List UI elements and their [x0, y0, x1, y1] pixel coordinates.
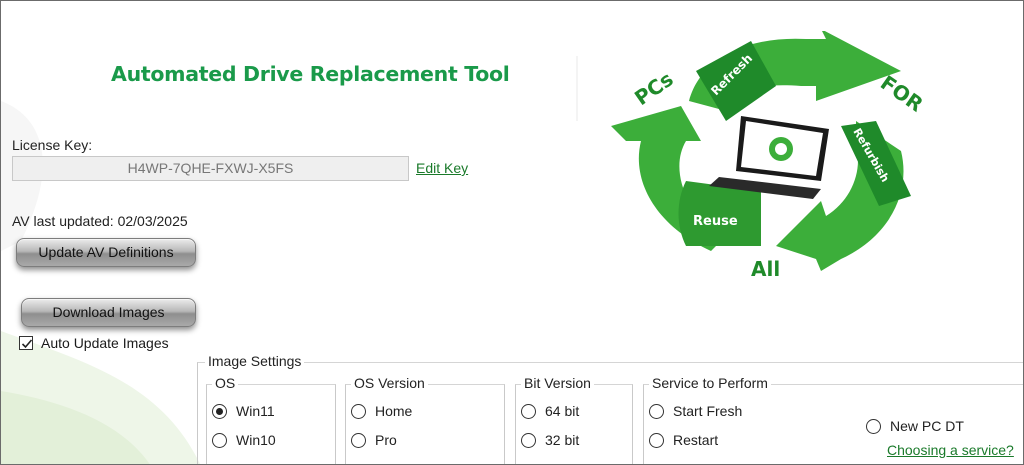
- radio-button[interactable]: [351, 403, 366, 419]
- service-group-title: Service to Perform: [649, 375, 771, 391]
- os-group-title: OS: [212, 375, 239, 391]
- radio-win11[interactable]: Win11: [212, 403, 275, 419]
- radio-label: Win11: [236, 403, 275, 419]
- radio-pro[interactable]: Pro: [351, 432, 397, 448]
- radio-button[interactable]: [212, 403, 227, 419]
- radio-label: Pro: [375, 432, 397, 448]
- radio-button[interactable]: [866, 418, 881, 434]
- av-last-updated-text: AV last updated: 02/03/2025: [12, 213, 188, 229]
- logo-reuse: Reuse: [693, 214, 738, 229]
- radio-label: New PC DT: [890, 418, 964, 434]
- os-group: OS Win11 Win10: [206, 375, 336, 464]
- logo-pcs: PCs: [630, 67, 678, 110]
- radio-label: 32 bit: [545, 432, 580, 448]
- radio-button[interactable]: [521, 432, 536, 448]
- logo-for: FOR: [876, 70, 928, 116]
- checkmark-icon: [21, 339, 33, 349]
- download-images-button[interactable]: Download Images: [21, 298, 196, 327]
- radio-button[interactable]: [351, 432, 366, 448]
- radio-label: 64 bit: [545, 403, 580, 419]
- radio-label: Home: [375, 403, 413, 419]
- image-settings-title: Image Settings: [205, 353, 305, 369]
- recycle-logo: PCs FOR All Refresh Refurbish Reuse: [611, 31, 928, 281]
- radio-button[interactable]: [521, 403, 536, 419]
- radio-start-fresh[interactable]: Start Fresh: [649, 403, 742, 419]
- bit-version-group: Bit Version 64 bit 32 bit: [515, 375, 633, 464]
- auto-update-images-label: Auto Update Images: [41, 335, 169, 351]
- radio-32-bit[interactable]: 32 bit: [521, 432, 579, 448]
- choosing-a-service-link[interactable]: Choosing a service?: [887, 442, 1014, 458]
- checkbox-box[interactable]: [19, 336, 33, 350]
- radio-home[interactable]: Home: [351, 403, 412, 419]
- os-version-group-title: OS Version: [351, 375, 428, 391]
- radio-64-bit[interactable]: 64 bit: [521, 403, 579, 419]
- radio-restart[interactable]: Restart: [649, 432, 718, 448]
- license-key-field: H4WP-7QHE-FXWJ-X5FS: [12, 156, 409, 181]
- app-title: Automated Drive Replacement Tool: [111, 62, 510, 86]
- auto-update-images-checkbox[interactable]: Auto Update Images: [19, 335, 169, 351]
- radio-new-pc-dt[interactable]: New PC DT: [866, 418, 964, 434]
- radio-button[interactable]: [212, 432, 227, 448]
- radio-button[interactable]: [649, 432, 664, 448]
- radio-label: Restart: [673, 432, 719, 448]
- update-av-definitions-button[interactable]: Update AV Definitions: [16, 238, 196, 267]
- license-key-label: License Key:: [12, 137, 93, 153]
- radio-label: Start Fresh: [673, 403, 743, 419]
- bit-version-group-title: Bit Version: [521, 375, 594, 391]
- edit-key-link[interactable]: Edit Key: [416, 160, 468, 176]
- radio-label: Win10: [236, 432, 276, 448]
- radio-win10[interactable]: Win10: [212, 432, 276, 448]
- app-window: Automated Drive Replacement Tool PCs FOR…: [0, 0, 1024, 465]
- logo-all: All: [751, 257, 780, 281]
- radio-button[interactable]: [649, 403, 664, 419]
- os-version-group: OS Version Home Pro: [345, 375, 505, 464]
